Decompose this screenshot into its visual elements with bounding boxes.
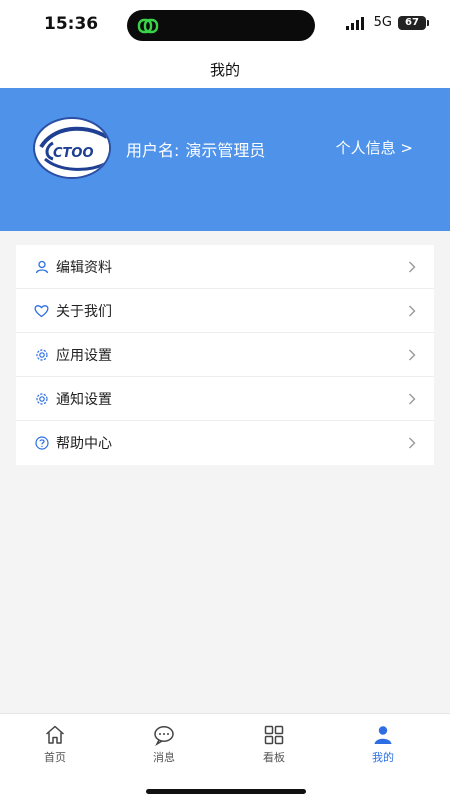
tab-me[interactable]: 我的 (343, 724, 423, 765)
username-value: 演示管理员 (185, 141, 266, 160)
tab-home[interactable]: 首页 (15, 724, 95, 765)
menu-item-label: 应用设置 (56, 347, 112, 364)
grid-icon (264, 725, 284, 745)
status-bar: 15:36 5G 67 (0, 0, 450, 50)
home-icon (46, 725, 64, 744)
username: 用户名: 演示管理员 (126, 137, 265, 161)
menu-item-label: 帮助中心 (56, 436, 112, 452)
menu-item-notification-settings[interactable]: 通知设置 (16, 377, 434, 421)
chevron-right-icon (409, 349, 416, 360)
tab-label: 首页 (44, 751, 66, 764)
menu-item-label: 编辑资料 (56, 259, 112, 276)
status-time: 15:36 (44, 14, 99, 34)
page-title: 我的 (209, 60, 240, 79)
menu-item-about-us[interactable]: 关于我们 (16, 289, 434, 333)
menu-item-label: 关于我们 (56, 303, 112, 320)
dynamic-island (127, 10, 315, 41)
signal-icon (345, 16, 364, 30)
ctoo-logo-icon: CTOO (38, 122, 109, 177)
chevron-right-icon (409, 305, 416, 316)
username-label: 用户名: (126, 141, 180, 160)
menu-item-app-settings[interactable]: 应用设置 (16, 333, 434, 377)
profile-banner: CTOO 用户名: 演示管理员 个人信息 > (0, 88, 450, 231)
tab-dashboard[interactable]: 看板 (234, 724, 314, 765)
message-icon (154, 726, 174, 746)
page-header: 我的 (0, 50, 450, 88)
menu-item-help-center[interactable]: 帮助中心 (16, 421, 434, 465)
tab-messages[interactable]: 消息 (124, 724, 204, 765)
tab-label: 看板 (263, 751, 285, 764)
user-icon (34, 259, 49, 274)
company-logo: CTOO (33, 117, 111, 179)
gear-icon (34, 391, 49, 406)
chevron-right-icon (409, 437, 416, 449)
help-icon (34, 436, 49, 451)
status-indicators: 5G 67 (345, 15, 429, 30)
personal-info-link[interactable]: 个人信息 > (336, 137, 413, 158)
chevron-right-icon (409, 261, 416, 272)
link-app-icon (137, 18, 159, 34)
person-icon (374, 726, 392, 744)
settings-menu: 编辑资料 关于我们 应用设置 通知设置 帮助中心 (16, 245, 434, 465)
network-type: 5G (373, 15, 392, 30)
gear-icon (34, 347, 49, 362)
menu-item-label: 通知设置 (56, 391, 112, 408)
tab-label: 我的 (372, 751, 394, 764)
heart-icon (34, 303, 49, 318)
svg-text:CTOO: CTOO (53, 146, 94, 161)
chevron-right-icon (409, 393, 416, 404)
bottom-tab-bar: 首页 消息 看板 我的 (0, 713, 450, 800)
battery-icon: 67 (398, 15, 429, 30)
tab-label: 消息 (153, 751, 175, 764)
menu-item-edit-profile[interactable]: 编辑资料 (16, 245, 434, 289)
home-indicator (146, 789, 306, 794)
